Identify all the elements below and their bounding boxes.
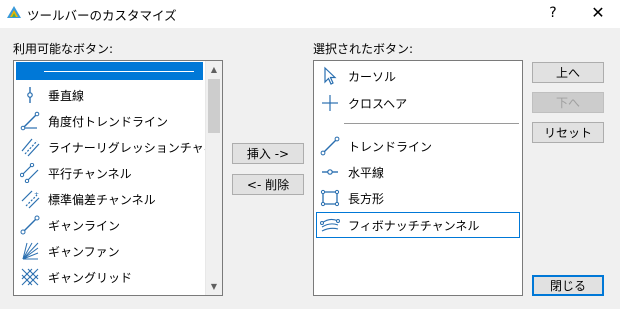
list-item[interactable]: トレンドライン <box>316 133 432 159</box>
list-item-label: 水平線 <box>348 165 385 180</box>
dialog-body: 利用可能なボタン: 垂直線 角度付トレンドライン ライナーリグレッションチャネル… <box>0 28 620 309</box>
trendline-angle-icon <box>18 109 42 133</box>
help-button[interactable]: ? <box>540 3 566 23</box>
list-item-label: クロスヘア <box>348 96 408 111</box>
title-bar: ツールバーのカスタマイズ ? ✕ <box>0 0 620 28</box>
gann-line-icon <box>18 213 42 237</box>
list-item[interactable]: 垂直線 <box>16 82 84 108</box>
crosshair-icon <box>318 91 342 115</box>
list-item[interactable]: 角度付トレンドライン <box>16 108 168 134</box>
scroll-thumb[interactable] <box>208 79 220 133</box>
app-icon <box>7 6 21 18</box>
stddev-channel-icon: + <box>18 187 42 211</box>
gann-grid-icon <box>18 265 42 289</box>
close-button[interactable]: 閉じる <box>532 275 604 296</box>
list-item[interactable]: + 標準偏差チャンネル <box>16 186 156 212</box>
move-up-button[interactable]: 上へ <box>532 62 604 83</box>
list-item-label: 垂直線 <box>48 88 85 103</box>
rectangle-icon <box>318 186 342 210</box>
list-item[interactable]: クロスヘア <box>316 90 407 116</box>
cursor-icon <box>318 64 342 88</box>
horizontal-line-icon <box>318 160 342 184</box>
list-item[interactable]: フィボナッチチャンネル <box>316 212 520 238</box>
list-item[interactable]: カーソル <box>316 63 396 89</box>
list-item-label: ギャングリッド <box>48 270 133 285</box>
list-item-label: 標準偏差チャンネル <box>48 192 156 207</box>
remove-button[interactable]: <- 削除 <box>232 174 304 195</box>
available-buttons-label: 利用可能なボタン: <box>13 42 114 56</box>
list-item-label: 長方形 <box>348 191 385 206</box>
trendline-icon <box>318 134 342 158</box>
list-item[interactable]: ライナーリグレッションチャネル <box>16 134 223 160</box>
list-item-label: トレンドライン <box>348 139 433 154</box>
list-item[interactable]: ギャンライン <box>16 212 120 238</box>
selected-buttons-label: 選択されたボタン: <box>313 42 414 56</box>
list-item[interactable]: 水平線 <box>316 159 384 185</box>
list-item-label: ギャンファン <box>48 244 120 259</box>
close-window-button[interactable]: ✕ <box>588 3 608 23</box>
list-item-label: ライナーリグレッションチャネル <box>48 140 223 155</box>
separator-icon <box>344 123 519 124</box>
scroll-down-icon[interactable]: ▼ <box>206 278 222 295</box>
list-item[interactable]: ギャングリッド <box>16 264 132 290</box>
list-item-label: ギャンライン <box>48 218 121 233</box>
separator-icon <box>44 71 194 72</box>
move-down-button[interactable]: 下へ <box>532 92 604 113</box>
list-item[interactable]: ギャンファン <box>16 238 120 264</box>
list-item-label: カーソル <box>348 69 397 84</box>
window-title: ツールバーのカスタマイズ <box>27 8 177 23</box>
list-item-label: 平行チャンネル <box>48 166 132 181</box>
vertical-line-icon <box>18 83 42 107</box>
gann-fan-icon <box>18 239 42 263</box>
parallel-channel-icon <box>18 161 42 185</box>
scrollbar[interactable]: ▲ ▼ <box>205 61 222 295</box>
fibonacci-channel-icon <box>318 213 342 237</box>
reset-button[interactable]: リセット <box>532 122 604 143</box>
svg-text:+: + <box>34 191 39 198</box>
list-item-label: フィボナッチチャンネル <box>348 218 480 233</box>
list-item-label: 角度付トレンドライン <box>48 114 169 129</box>
regression-channel-icon <box>18 135 42 159</box>
selected-buttons-list[interactable]: カーソル クロスヘア トレンドライン 水平線 長方形 フィボナッチチャンネル <box>313 60 523 296</box>
list-item[interactable]: 平行チャンネル <box>16 160 132 186</box>
scroll-up-icon[interactable]: ▲ <box>206 61 222 78</box>
list-item[interactable]: 長方形 <box>316 185 384 211</box>
list-item[interactable] <box>16 62 203 80</box>
insert-button[interactable]: 挿入 -> <box>232 143 304 164</box>
available-buttons-list[interactable]: 垂直線 角度付トレンドライン ライナーリグレッションチャネル 平行チャンネル +… <box>13 60 223 296</box>
